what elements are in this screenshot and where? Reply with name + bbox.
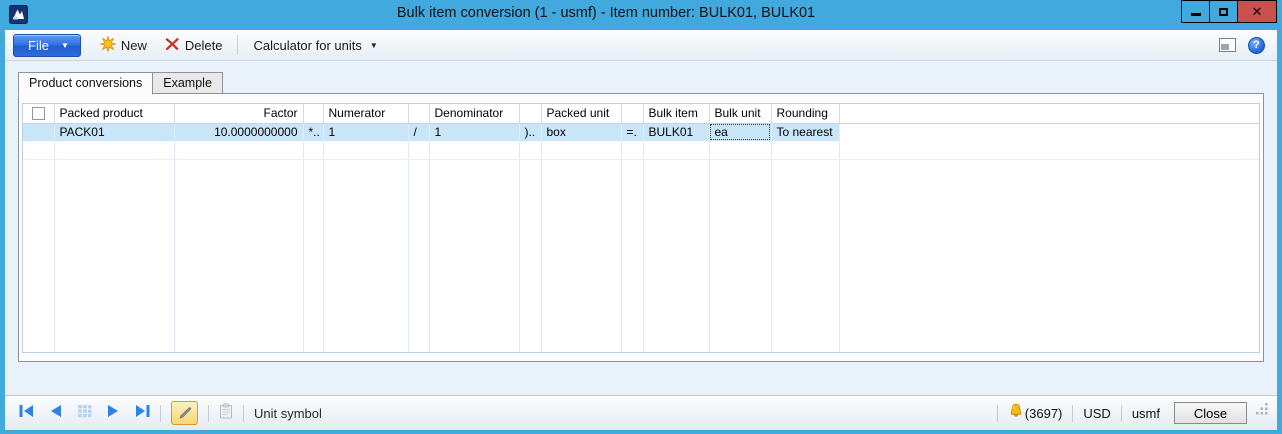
caption-buttons: ✕ bbox=[1182, 0, 1277, 23]
cell-factor[interactable]: 10.0000000000 bbox=[174, 123, 303, 141]
toolbar-separator bbox=[237, 35, 238, 55]
statusbar-right: (3697) USD usmf Close bbox=[987, 402, 1269, 424]
new-icon bbox=[100, 36, 116, 55]
notifications-indicator[interactable]: (3697) bbox=[1008, 403, 1063, 424]
close-button[interactable]: Close bbox=[1174, 402, 1247, 424]
col-packed-product[interactable]: Packed product bbox=[54, 104, 174, 123]
chevron-down-icon: ▼ bbox=[370, 41, 378, 50]
cell-op-divide: / bbox=[408, 123, 429, 141]
statusbar-separator bbox=[997, 405, 998, 422]
pencil-icon bbox=[177, 406, 192, 421]
grid-empty-area[interactable] bbox=[23, 159, 1259, 352]
delete-button-label: Delete bbox=[185, 38, 223, 53]
delete-icon bbox=[165, 37, 180, 54]
titlebar[interactable]: Bulk item conversion (1 - usmf) - Item n… bbox=[0, 0, 1282, 30]
statusbar-separator bbox=[1072, 405, 1073, 422]
cell-op-multiply: *.. bbox=[303, 123, 323, 141]
cell-op-equals: =. bbox=[621, 123, 643, 141]
cell-denominator[interactable]: 1 bbox=[429, 123, 519, 141]
minimize-button[interactable] bbox=[1181, 0, 1210, 23]
statusbar-separator bbox=[160, 405, 161, 422]
statusbar-separator bbox=[1121, 405, 1122, 422]
next-record-icon[interactable] bbox=[107, 404, 120, 423]
file-menu-button[interactable]: File ▼ bbox=[13, 34, 81, 57]
toolbar: File ▼ New Delete Calculator for units ▼ bbox=[5, 30, 1277, 61]
cell-rounding[interactable]: To nearest bbox=[771, 123, 839, 141]
statusbar-separator bbox=[208, 405, 209, 422]
bell-icon bbox=[1008, 403, 1024, 424]
delete-button[interactable]: Delete bbox=[156, 34, 232, 57]
cell-filler bbox=[839, 123, 1259, 141]
new-button-label: New bbox=[121, 38, 147, 53]
header-row: Packed product Factor Numerator Denomina… bbox=[23, 104, 1259, 123]
resize-grip[interactable] bbox=[1256, 403, 1269, 421]
row-selector-cell[interactable] bbox=[23, 123, 54, 141]
col-bulk-unit[interactable]: Bulk unit bbox=[709, 104, 771, 123]
statusbar-separator bbox=[243, 405, 244, 422]
grid-view-icon[interactable] bbox=[77, 404, 92, 423]
col-op2 bbox=[408, 104, 429, 123]
tab-strip: Product conversions Example bbox=[18, 72, 223, 95]
bulk-item-conversion-window: Bulk item conversion (1 - usmf) - Item n… bbox=[0, 0, 1282, 434]
col-denominator[interactable]: Denominator bbox=[429, 104, 519, 123]
notification-count: (3697) bbox=[1025, 406, 1063, 421]
maximize-button[interactable] bbox=[1209, 0, 1238, 23]
close-window-button[interactable]: ✕ bbox=[1237, 0, 1277, 23]
table-row: PACK01 10.0000000000 *.. 1 / 1 ).. box =… bbox=[23, 123, 1259, 141]
col-op4 bbox=[621, 104, 643, 123]
maximize-icon bbox=[1219, 8, 1228, 16]
toolbar-right-icons: ? bbox=[1219, 37, 1269, 54]
conversions-grid: Packed product Factor Numerator Denomina… bbox=[22, 103, 1260, 353]
currency-indicator[interactable]: USD bbox=[1083, 406, 1110, 421]
workspace: Product conversions Example bbox=[5, 61, 1277, 395]
empty-row[interactable] bbox=[23, 141, 1259, 159]
chevron-down-icon: ▼ bbox=[61, 41, 69, 50]
conversions-table: Packed product Factor Numerator Denomina… bbox=[23, 104, 1259, 352]
help-icon[interactable]: ? bbox=[1248, 37, 1265, 54]
first-record-icon[interactable] bbox=[19, 404, 34, 423]
col-factor[interactable]: Factor bbox=[174, 104, 303, 123]
tab-example[interactable]: Example bbox=[153, 72, 223, 94]
edit-record-button[interactable] bbox=[171, 401, 198, 425]
cell-bulk-unit[interactable]: ea bbox=[709, 123, 771, 141]
status-field-hint: Unit symbol bbox=[254, 406, 322, 421]
col-numerator[interactable]: Numerator bbox=[323, 104, 408, 123]
col-rounding[interactable]: Rounding bbox=[771, 104, 839, 123]
select-all-header[interactable] bbox=[23, 104, 54, 123]
new-button[interactable]: New bbox=[91, 33, 156, 58]
cell-packed-product[interactable]: PACK01 bbox=[54, 123, 174, 141]
cell-numerator[interactable]: 1 bbox=[323, 123, 408, 141]
record-navigation bbox=[19, 404, 150, 423]
minimize-icon bbox=[1191, 13, 1201, 16]
col-op3 bbox=[519, 104, 541, 123]
close-icon: ✕ bbox=[1252, 5, 1263, 18]
col-bulk-item[interactable]: Bulk item bbox=[643, 104, 709, 123]
window-content: File ▼ New Delete Calculator for units ▼ bbox=[5, 30, 1277, 430]
previous-record-icon[interactable] bbox=[49, 404, 62, 423]
company-indicator[interactable]: usmf bbox=[1132, 406, 1160, 421]
col-packed-unit[interactable]: Packed unit bbox=[541, 104, 621, 123]
calculator-for-units-menu[interactable]: Calculator for units ▼ bbox=[244, 35, 386, 56]
col-filler bbox=[839, 104, 1259, 123]
layout-icon[interactable] bbox=[1219, 38, 1236, 52]
statusbar: Unit symbol (3697) USD usmf Close bbox=[5, 395, 1277, 430]
cell-packed-unit[interactable]: box bbox=[541, 123, 621, 141]
col-op1 bbox=[303, 104, 323, 123]
paste-icon[interactable] bbox=[219, 403, 233, 424]
product-conversions-panel: Packed product Factor Numerator Denomina… bbox=[18, 93, 1264, 362]
last-record-icon[interactable] bbox=[135, 404, 150, 423]
window-title: Bulk item conversion (1 - usmf) - Item n… bbox=[60, 5, 1152, 21]
tab-product-conversions[interactable]: Product conversions bbox=[18, 72, 153, 95]
file-menu-label: File bbox=[28, 38, 49, 53]
calculator-menu-label: Calculator for units bbox=[253, 38, 361, 53]
cell-bulk-item[interactable]: BULK01 bbox=[643, 123, 709, 141]
app-icon bbox=[9, 5, 28, 24]
cell-op-paren: ).. bbox=[519, 123, 541, 141]
select-all-checkbox[interactable] bbox=[32, 107, 45, 120]
